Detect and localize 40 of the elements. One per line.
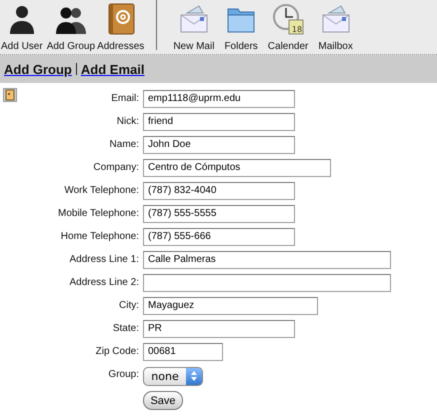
- envelope-icon[interactable]: [320, 3, 352, 35]
- input-field[interactable]: John Doe: [143, 136, 295, 154]
- input-field[interactable]: Mayaguez: [143, 296, 318, 314]
- field-label: Nick:: [116, 116, 140, 127]
- input-field[interactable]: (787) 555-666: [143, 228, 295, 246]
- toolbar-label[interactable]: Mailbox: [318, 41, 353, 52]
- field-label: Name:: [108, 139, 140, 150]
- contact-card-icon[interactable]: [3, 88, 17, 102]
- link[interactable]: Add Email: [80, 62, 144, 76]
- field-label: Group:: [107, 369, 140, 380]
- field-label: Mobile Telephone:: [57, 208, 140, 219]
- save-button[interactable]: Save: [143, 391, 183, 410]
- field-label: City:: [118, 300, 140, 311]
- input-field[interactable]: (787) 832-4040: [143, 182, 295, 200]
- envelope-icon[interactable]: [178, 3, 210, 35]
- toolbar-label[interactable]: Calender: [268, 41, 308, 52]
- input-field[interactable]: Centro de Cómputos: [143, 158, 331, 176]
- input-field[interactable]: PR: [143, 320, 295, 338]
- toolbar-label[interactable]: Add User: [1, 41, 43, 52]
- input-field[interactable]: [143, 274, 391, 292]
- field-label: Zip Code:: [94, 346, 140, 357]
- field-label: Home Telephone:: [60, 231, 140, 242]
- input-field[interactable]: Calle Palmeras: [143, 250, 391, 268]
- toolbar-label[interactable]: Add Group: [46, 41, 96, 52]
- group-dropdown[interactable]: none: [143, 366, 203, 386]
- field-label: Work Telephone:: [63, 185, 140, 196]
- toolbar-label[interactable]: Addresses: [97, 41, 144, 52]
- field-label: Address Line 2:: [68, 277, 140, 288]
- field-label: Company:: [92, 162, 140, 173]
- up-down-arrows-icon: [190, 370, 198, 382]
- field-label: Email:: [110, 93, 140, 104]
- toolbar-label[interactable]: Folders: [224, 41, 258, 52]
- input-field[interactable]: (787) 555-5555: [143, 204, 295, 222]
- field-label: Address Line 1:: [68, 254, 140, 265]
- input-field[interactable]: 00681: [143, 342, 223, 360]
- input-field[interactable]: friend: [143, 112, 295, 130]
- field-label: State:: [112, 323, 140, 334]
- link[interactable]: Add Group: [4, 62, 72, 76]
- toolbar-label[interactable]: New Mail: [173, 41, 214, 52]
- input-field[interactable]: emp1118@uprm.edu: [143, 90, 295, 108]
